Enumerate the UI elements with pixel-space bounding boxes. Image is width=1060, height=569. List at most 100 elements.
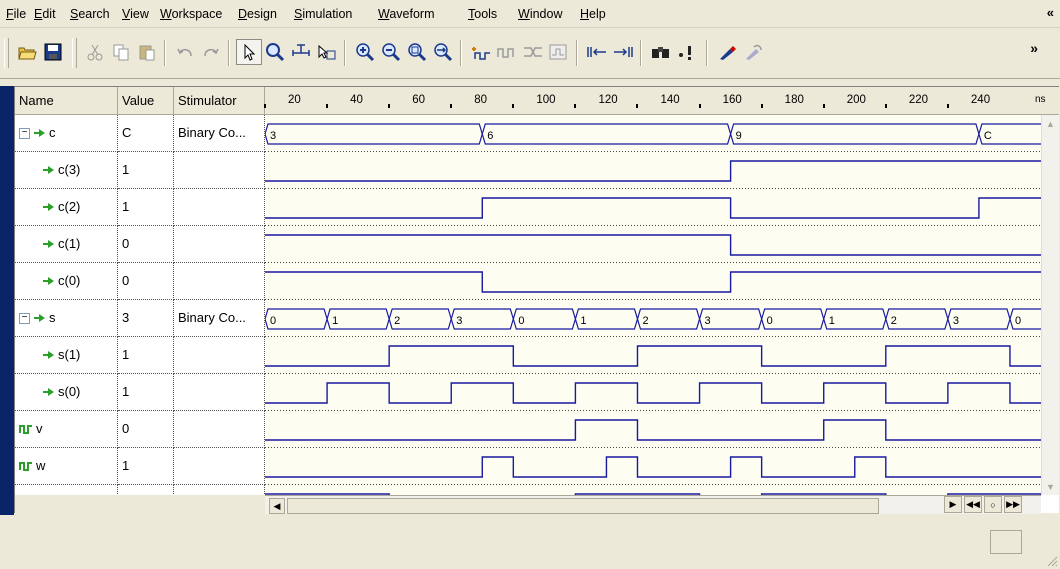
- save-icon[interactable]: [40, 39, 66, 65]
- menu-workspace[interactable]: Workspace: [160, 7, 222, 21]
- menu-window[interactable]: Window: [518, 7, 562, 21]
- waveform-area[interactable]: 3 6 9 C 0 1 2 3 0 1 2 3 0 1 2 3 0: [265, 115, 1041, 495]
- clock-icon[interactable]: [494, 39, 520, 65]
- signal-row[interactable]: c(1) 0: [15, 226, 265, 263]
- align-right-icon[interactable]: [610, 39, 636, 65]
- zoom-range-icon[interactable]: [430, 39, 456, 65]
- horizontal-scrollbar[interactable]: ◀: [265, 495, 1041, 514]
- internal-icon: [19, 449, 33, 484]
- align-left-icon[interactable]: [584, 39, 610, 65]
- vertical-scrollbar[interactable]: ▲ ▼: [1041, 115, 1059, 495]
- signal-row[interactable]: s(1) 1: [15, 337, 265, 374]
- signal-stimulator[interactable]: Binary Co...: [174, 300, 265, 337]
- zoom-in-icon[interactable]: [352, 39, 378, 65]
- signal-name[interactable]: s(1): [15, 337, 118, 374]
- column-header-stimulator[interactable]: Stimulator: [174, 87, 265, 115]
- signal-row[interactable]: − s 3 Binary Co...: [15, 300, 265, 337]
- time-ruler[interactable]: 20 40 60 80 100 120 140 160 180 200 220 240 ns: [264, 87, 1059, 115]
- menu-edit[interactable]: Edit: [34, 7, 56, 21]
- scroll-thumb[interactable]: [287, 498, 879, 514]
- column-header-name[interactable]: Name: [15, 87, 118, 115]
- signal-stimulator[interactable]: [174, 448, 265, 485]
- signal-stimulator[interactable]: [174, 374, 265, 411]
- signal-row[interactable]: c(3) 1: [15, 152, 265, 189]
- open-icon[interactable]: [14, 39, 40, 65]
- home-icon[interactable]: ○: [984, 496, 1002, 513]
- signal-name[interactable]: − s: [15, 300, 118, 337]
- signal-stimulator[interactable]: [174, 263, 265, 300]
- zoom-fit-icon[interactable]: [404, 39, 430, 65]
- signal-name-label: c(0): [58, 273, 81, 288]
- signal-row[interactable]: s(0) 1: [15, 374, 265, 411]
- ink-icon[interactable]: [740, 39, 766, 65]
- paste-icon[interactable]: [134, 39, 160, 65]
- menu-view[interactable]: View: [122, 7, 149, 21]
- signal-name[interactable]: w: [15, 448, 118, 485]
- scroll-down-icon[interactable]: ▼: [1042, 478, 1059, 495]
- scroll-left-icon[interactable]: ◀: [269, 498, 285, 514]
- signal-stimulator[interactable]: [174, 226, 265, 263]
- zoom-out-icon[interactable]: [378, 39, 404, 65]
- signal-value: 1: [118, 448, 174, 485]
- column-header-value[interactable]: Value: [118, 87, 174, 115]
- resize-grip-icon[interactable]: [1046, 555, 1058, 567]
- select-range-icon[interactable]: [314, 39, 340, 65]
- zoom-icon[interactable]: [262, 39, 288, 65]
- signal-name[interactable]: c(3): [15, 152, 118, 189]
- signal-name[interactable]: v: [15, 411, 118, 448]
- signal-stimulator[interactable]: [174, 189, 265, 226]
- redo-icon[interactable]: [198, 39, 224, 65]
- find-next-icon[interactable]: [674, 39, 700, 65]
- signal-stimulator[interactable]: [174, 411, 265, 448]
- signal-name[interactable]: c(1): [15, 226, 118, 263]
- find-icon[interactable]: [648, 39, 674, 65]
- collapse-toggle-icon[interactable]: −: [19, 313, 30, 325]
- run-to-end-icon[interactable]: ▶: [944, 496, 962, 513]
- waveform-grid: Name Value Stimulator 20 40 60 80 100 120 140 1…: [14, 86, 1059, 522]
- copy-icon[interactable]: [108, 39, 134, 65]
- waveform-s0: [265, 382, 1041, 404]
- measure-icon[interactable]: [288, 39, 314, 65]
- signal-row[interactable]: c(2) 1: [15, 189, 265, 226]
- signal-name[interactable]: s(0): [15, 374, 118, 411]
- menu-simulation[interactable]: Simulation: [294, 7, 352, 21]
- signal-name[interactable]: − c: [15, 115, 118, 152]
- run-icon[interactable]: [714, 39, 740, 65]
- menu-help[interactable]: Help: [580, 7, 606, 21]
- bus-value-label: C: [984, 130, 992, 142]
- ruler-tick-label: 60: [412, 94, 425, 106]
- fast-forward-icon[interactable]: ▶▶: [1004, 496, 1022, 513]
- menu-collapse-button[interactable]: «: [1047, 5, 1054, 20]
- waveform-canvas[interactable]: 3 6 9 C 0 1 2 3 0 1 2 3 0 1 2 3 0: [265, 115, 1041, 495]
- ruler-minor-tick: [636, 104, 639, 108]
- signal-row[interactable]: v0: [15, 411, 265, 448]
- signal-stimulator[interactable]: Binary Co...: [174, 115, 265, 152]
- stimulus-icon[interactable]: [546, 39, 572, 65]
- toolbar-grip[interactable]: [4, 38, 9, 68]
- rewind-icon[interactable]: ◀◀: [964, 496, 982, 513]
- add-signal-icon[interactable]: [468, 39, 494, 65]
- menu-tools[interactable]: Tools: [468, 7, 497, 21]
- toolbar-overflow-button[interactable]: »: [1030, 40, 1038, 56]
- signal-row[interactable]: − c C Binary Co...: [15, 115, 265, 152]
- signal-name[interactable]: c(2): [15, 189, 118, 226]
- select-pointer-icon[interactable]: [236, 39, 262, 65]
- toolbar-grip[interactable]: [72, 38, 77, 68]
- collapse-toggle-icon[interactable]: −: [19, 128, 30, 140]
- signal-name[interactable]: c(0): [15, 263, 118, 300]
- cut-icon[interactable]: [82, 39, 108, 65]
- menu-search[interactable]: Search: [70, 7, 110, 21]
- signal-row[interactable]: w1: [15, 448, 265, 485]
- bus-value-label: 0: [270, 315, 276, 327]
- menu-waveform[interactable]: Waveform: [378, 7, 435, 21]
- undo-icon[interactable]: [172, 39, 198, 65]
- scroll-up-icon[interactable]: ▲: [1042, 115, 1059, 132]
- menu-file[interactable]: File: [6, 7, 26, 21]
- bus-icon[interactable]: [520, 39, 546, 65]
- signal-row[interactable]: c(0) 0: [15, 263, 265, 300]
- menu-design[interactable]: Design: [238, 7, 277, 21]
- signal-stimulator[interactable]: [174, 152, 265, 189]
- signal-stimulator[interactable]: [174, 337, 265, 374]
- bus-segment: [729, 123, 980, 145]
- ruler-minor-tick: [822, 104, 825, 108]
